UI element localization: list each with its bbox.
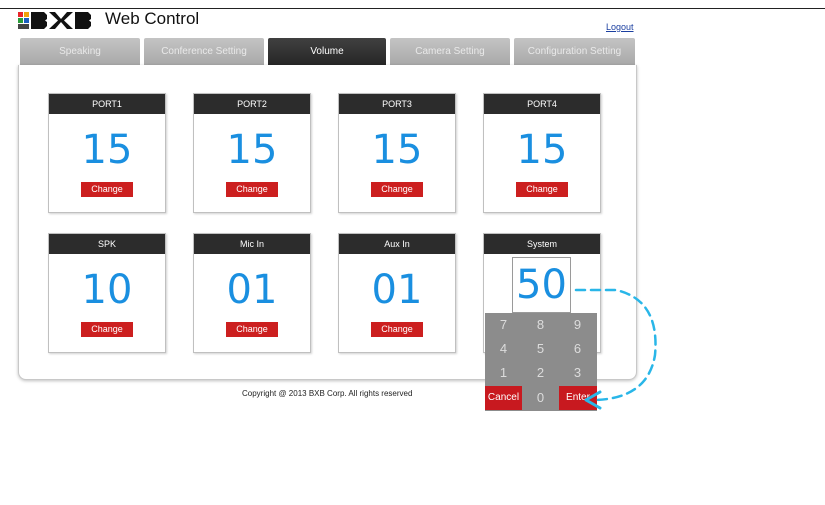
annotation-overlay	[574, 288, 657, 410]
dashed-arrow-annotation	[574, 288, 657, 410]
